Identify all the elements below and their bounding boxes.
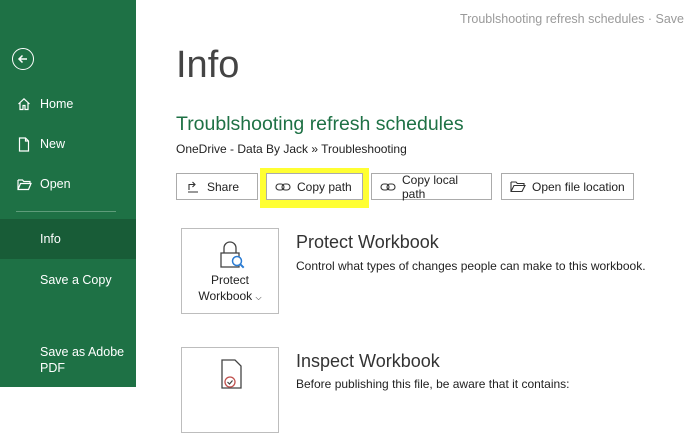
share-button[interactable]: Share (176, 173, 258, 200)
share-icon (185, 179, 201, 195)
link-icon (380, 179, 396, 195)
sidebar-item-new[interactable]: New (0, 124, 136, 164)
protect-card-label: Protect (210, 273, 249, 287)
copy-path-button-label: Copy path (297, 179, 352, 194)
sidebar-divider (16, 211, 116, 212)
document-title: Troublshooting refresh schedules (176, 113, 464, 135)
sidebar-item-save-as-adobe-pdf[interactable]: Save as Adobe PDF (0, 344, 136, 384)
sidebar-item-label: Info (40, 232, 61, 246)
document-check-icon (221, 359, 242, 389)
new-file-icon (16, 136, 32, 152)
backstage-sidebar: Home New Open Info Save a Copy Save as A… (0, 0, 136, 387)
document-path: OneDrive - Data By Jack » Troubleshootin… (176, 142, 407, 156)
sidebar-item-label: New (40, 137, 66, 151)
sidebar-item-label: Save a Copy (40, 273, 112, 287)
copy-local-path-button-label: Copy local path (402, 172, 459, 201)
sidebar-item-label: Save as Adobe PDF (40, 345, 125, 375)
protect-workbook-description: Control what types of changes people can… (296, 259, 646, 273)
protect-workbook-button[interactable]: Protect Workbook ⌵ (181, 228, 279, 314)
copy-local-path-button[interactable]: Copy local path (371, 172, 492, 201)
sidebar-item-save-a-copy[interactable]: Save a Copy (0, 260, 136, 300)
protect-card-label-2: Workbook ⌵ (198, 289, 262, 303)
folder-open-icon (16, 176, 32, 192)
protect-workbook-title: Protect Workbook (296, 232, 439, 252)
folder-icon (510, 179, 526, 195)
back-button[interactable] (12, 48, 34, 70)
arrow-left-icon (17, 54, 27, 64)
chevron-down-icon: ⌵ (255, 293, 262, 302)
sidebar-item-label: Open (40, 177, 71, 191)
inspect-workbook-description: Before publishing this file, be aware th… (296, 377, 570, 391)
sidebar-item-open[interactable]: Open (0, 164, 136, 204)
copy-path-button[interactable]: Copy path (266, 173, 363, 200)
window-title: Troublshooting refresh schedules · Save (460, 12, 684, 26)
share-button-label: Share (207, 179, 240, 194)
open-file-location-button-label: Open file location (532, 179, 625, 194)
home-icon (16, 96, 32, 112)
page-title: Info (176, 44, 240, 86)
sidebar-item-label: Home (40, 97, 74, 111)
inspect-workbook-title: Inspect Workbook (296, 351, 440, 371)
lock-search-icon (220, 241, 245, 269)
sidebar-item-home[interactable]: Home (0, 84, 136, 124)
sidebar-item-info[interactable]: Info (0, 219, 136, 259)
check-for-issues-button[interactable] (181, 347, 279, 433)
link-icon (275, 179, 291, 195)
open-file-location-button[interactable]: Open file location (501, 173, 634, 200)
